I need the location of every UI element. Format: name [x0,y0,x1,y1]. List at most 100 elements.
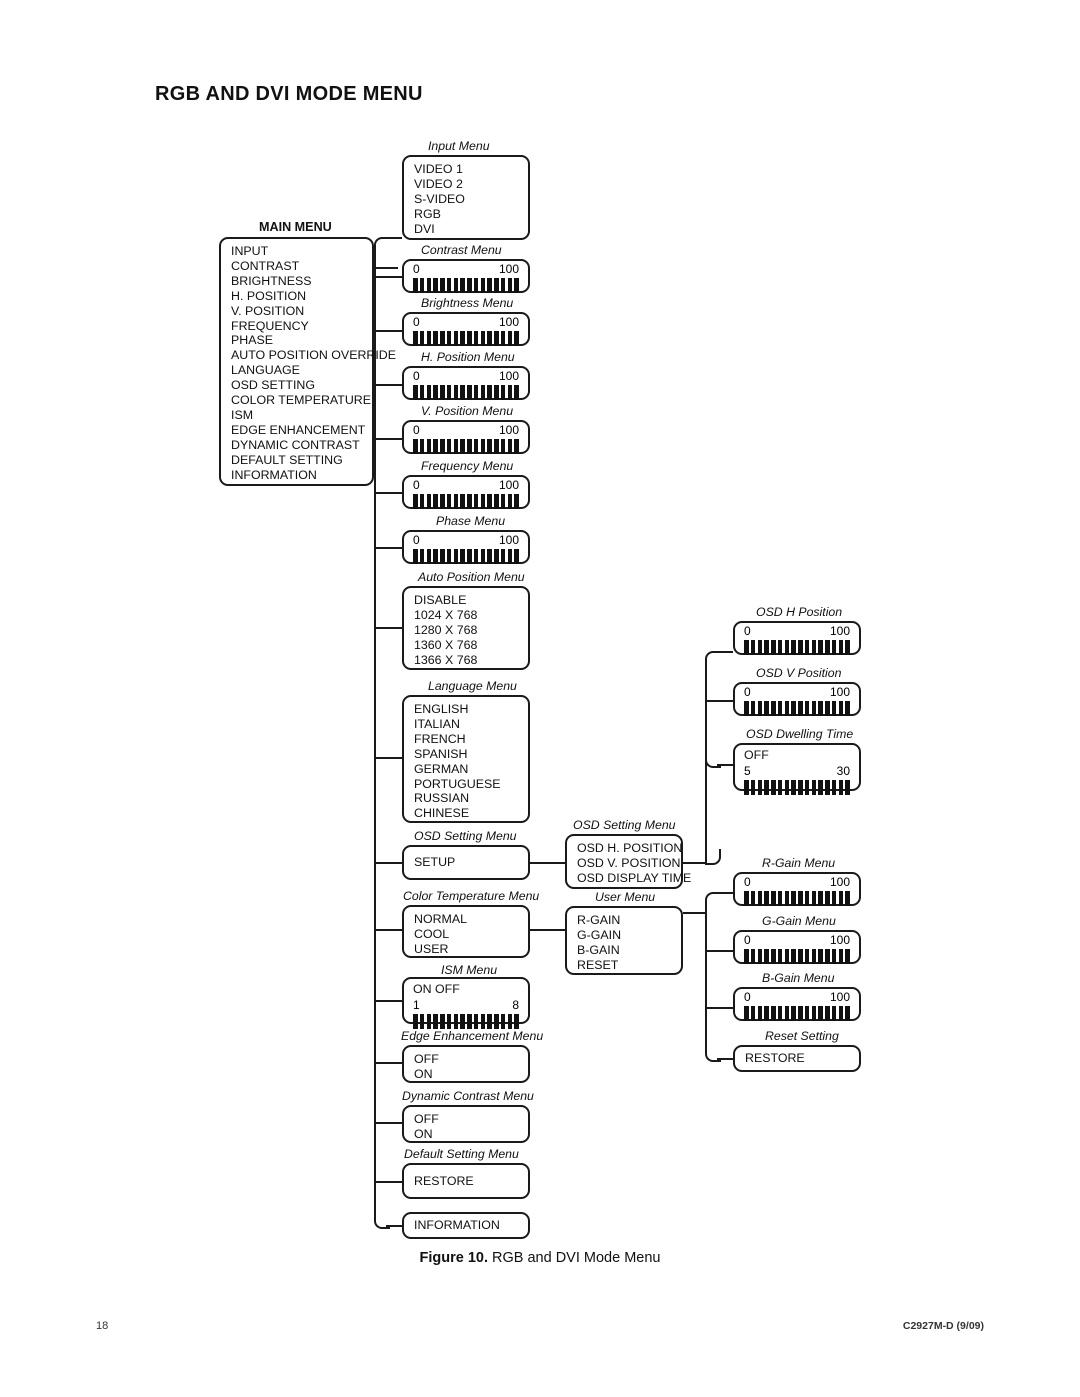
slider-track[interactable] [744,701,850,716]
osd-setting-submenu-item[interactable]: OSD DISPLAY TIME [577,871,691,886]
slider-track[interactable] [413,331,519,346]
auto-position-menu-item[interactable]: 1366 X 768 [414,653,528,668]
input-menu-box[interactable]: VIDEO 1 VIDEO 2 S-VIDEO RGB DVI [402,155,530,240]
language-menu-item[interactable]: ENGLISH [414,702,528,717]
slider-max: 100 [829,624,850,638]
main-menu-item[interactable]: OSD SETTING [231,378,372,393]
frequency-menu-box[interactable]: 0 100 [402,475,530,509]
main-menu-item[interactable]: DEFAULT SETTING [231,453,372,468]
g-gain-menu-box[interactable]: 0 100 [733,930,861,964]
auto-position-menu-box[interactable]: DISABLE 1024 X 768 1280 X 768 1360 X 768… [402,586,530,670]
osd-setting-submenu-item[interactable]: OSD V. POSITION [577,856,681,871]
ism-menu-box[interactable]: ON OFF 1 8 [402,977,530,1029]
reset-setting-item[interactable]: RESTORE [745,1051,805,1066]
osd-v-position-label: OSD V Position [756,666,842,680]
slider-track[interactable] [744,949,850,964]
language-menu-item[interactable]: RUSSIAN [414,791,528,806]
osd-setting-menu-item[interactable]: SETUP [414,855,455,870]
language-menu-item[interactable]: SPANISH [414,747,528,762]
color-temperature-menu-item[interactable]: USER [414,942,528,957]
main-menu-item[interactable]: V. POSITION [231,304,372,319]
phase-menu-box[interactable]: 0 100 [402,530,530,564]
contrast-menu-box[interactable]: 0 100 [402,259,530,293]
slider-track[interactable] [413,385,519,400]
main-menu-item[interactable]: FREQUENCY [231,319,372,334]
slider-track[interactable] [413,439,519,454]
slider-track[interactable] [413,549,519,564]
slider-track[interactable] [413,1013,519,1029]
language-menu-items: ENGLISH ITALIAN FRENCH SPANISH GERMAN PO… [404,697,528,826]
r-gain-menu-box[interactable]: 0 100 [733,872,861,906]
slider-track[interactable] [744,640,850,655]
edge-enhancement-menu-item[interactable]: ON [414,1067,528,1082]
main-menu-item[interactable]: LANGUAGE [231,363,372,378]
v-position-menu-box[interactable]: 0 100 [402,420,530,454]
user-menu-item[interactable]: R-GAIN [577,913,681,928]
ism-on-off[interactable]: ON OFF [404,979,528,997]
default-setting-menu-item[interactable]: RESTORE [414,1174,474,1189]
input-menu-item[interactable]: VIDEO 1 [414,162,528,177]
osd-setting-submenu-item[interactable]: OSD H. POSITION [577,841,682,856]
auto-position-menu-item[interactable]: DISABLE [414,593,528,608]
language-menu-box[interactable]: ENGLISH ITALIAN FRENCH SPANISH GERMAN PO… [402,695,530,823]
color-temperature-menu-box[interactable]: NORMAL COOL USER [402,905,530,958]
main-menu-item[interactable]: BRIGHTNESS [231,274,372,289]
slider-min: 0 [413,369,420,383]
main-menu-item[interactable]: H. POSITION [231,289,372,304]
slider-track[interactable] [744,779,850,795]
main-menu-item[interactable]: AUTO POSITION OVERRIDE [231,348,396,363]
edge-enhancement-menu-item[interactable]: OFF [414,1052,528,1067]
input-menu-item[interactable]: S-VIDEO [414,192,528,207]
language-menu-item[interactable]: FRENCH [414,732,528,747]
color-temperature-menu-item[interactable]: COOL [414,927,528,942]
input-menu-item[interactable]: RGB [414,207,528,222]
dynamic-contrast-menu-box[interactable]: OFF ON [402,1105,530,1143]
auto-position-menu-item[interactable]: 1360 X 768 [414,638,528,653]
brightness-menu-box[interactable]: 0 100 [402,312,530,346]
language-menu-item[interactable]: PORTUGUESE [414,777,528,792]
user-menu-item[interactable]: G-GAIN [577,928,681,943]
slider-track[interactable] [413,278,519,293]
edge-enhancement-menu-box[interactable]: OFF ON [402,1045,530,1083]
osd-setting-menu-box[interactable]: SETUP [402,845,530,880]
color-temperature-menu-item[interactable]: NORMAL [414,912,528,927]
information-item[interactable]: INFORMATION [414,1218,500,1233]
slider-track[interactable] [744,1006,850,1021]
language-menu-item[interactable]: ITALIAN [414,717,528,732]
osd-setting-submenu-box[interactable]: OSD H. POSITION OSD V. POSITION OSD DISP… [565,834,691,889]
language-menu-item[interactable]: CHINESE [414,806,528,821]
main-menu-item[interactable]: INPUT [231,244,372,259]
slider-max: 100 [829,875,850,889]
auto-position-menu-item[interactable]: 1280 X 768 [414,623,528,638]
auto-position-menu-item[interactable]: 1024 X 768 [414,608,528,623]
main-menu-item[interactable]: EDGE ENHANCEMENT [231,423,372,438]
osd-h-position-box[interactable]: 0 100 [733,621,861,655]
h-position-menu-box[interactable]: 0 100 [402,366,530,400]
information-box[interactable]: INFORMATION [402,1212,530,1239]
figure-caption-text: RGB and DVI Mode Menu [492,1250,661,1266]
main-menu-item[interactable]: CONTRAST [231,259,372,274]
main-menu-box[interactable]: INPUT CONTRAST BRIGHTNESS H. POSITION V.… [219,237,396,486]
main-menu-item[interactable]: COLOR TEMPERATURE [231,393,372,408]
reset-setting-box[interactable]: RESTORE [733,1045,861,1072]
default-setting-menu-box[interactable]: RESTORE [402,1163,530,1199]
input-menu-item[interactable]: VIDEO 2 [414,177,528,192]
dynamic-contrast-menu-item[interactable]: ON [414,1127,528,1142]
main-menu-label: MAIN MENU [259,220,332,234]
main-menu-item[interactable]: PHASE [231,333,372,348]
user-menu-item[interactable]: RESET [577,958,681,973]
b-gain-menu-box[interactable]: 0 100 [733,987,861,1021]
user-menu-box[interactable]: R-GAIN G-GAIN B-GAIN RESET [565,906,683,975]
language-menu-item[interactable]: GERMAN [414,762,528,777]
slider-track[interactable] [744,891,850,906]
main-menu-item[interactable]: INFORMATION [231,468,372,483]
main-menu-item[interactable]: DYNAMIC CONTRAST [231,438,372,453]
osd-dwelling-time-off[interactable]: OFF [735,745,859,763]
main-menu-item[interactable]: ISM [231,408,372,423]
user-menu-item[interactable]: B-GAIN [577,943,681,958]
input-menu-item[interactable]: DVI [414,222,528,237]
osd-v-position-box[interactable]: 0 100 [733,682,861,716]
osd-dwelling-time-box[interactable]: OFF 5 30 [733,743,861,795]
slider-track[interactable] [413,494,519,509]
dynamic-contrast-menu-item[interactable]: OFF [414,1112,528,1127]
